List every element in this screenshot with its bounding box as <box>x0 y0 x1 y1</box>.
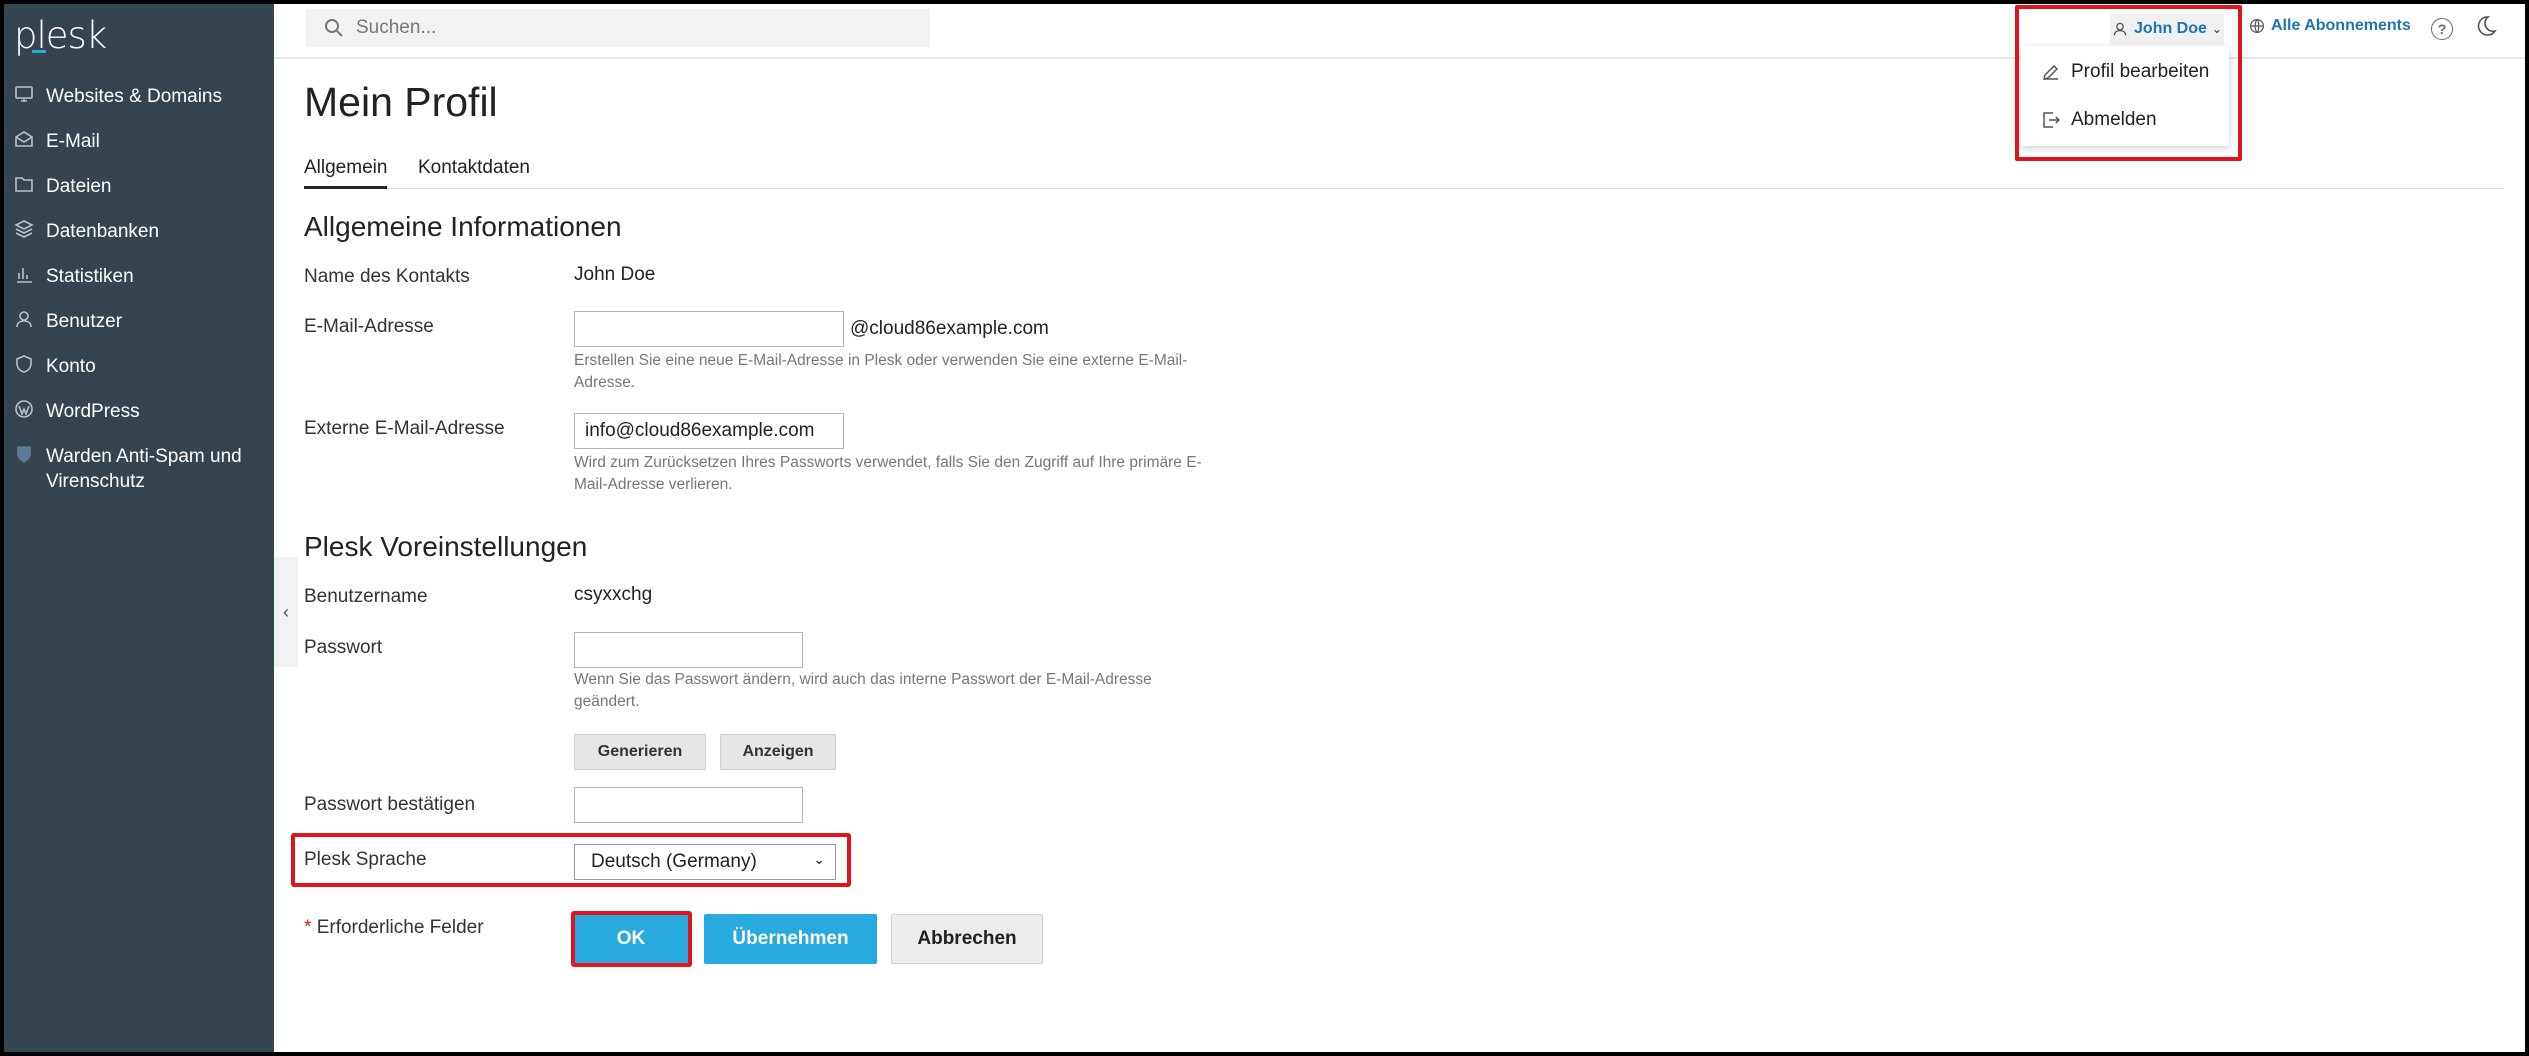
language-selected-value: Deutsch (Germany) <box>591 851 757 872</box>
globe-icon <box>2250 19 2264 33</box>
bar-chart-icon <box>14 264 36 286</box>
sidebar-item-label: WordPress <box>46 401 140 422</box>
chevron-left-icon: ‹ <box>283 601 289 622</box>
email-hint: Erstellen Sie eine neue E-Mail-Adresse i… <box>574 352 1188 391</box>
sidebar-item-label: E-Mail <box>46 131 100 152</box>
external-email-label: Externe E-Mail-Adresse <box>304 418 505 439</box>
sidebar-item-email[interactable]: E-Mail <box>4 129 274 174</box>
sidebar-item-label: Konto <box>46 356 96 377</box>
sidebar-item-label: Warden Anti-Spam und Virenschutz <box>46 446 242 492</box>
required-fields-label: Erforderliche Felder <box>316 917 484 938</box>
search-icon <box>325 19 343 37</box>
contact-name-label: Name des Kontakts <box>304 266 470 287</box>
sidebar-item-databases[interactable]: Datenbanken <box>4 219 274 264</box>
external-email-field[interactable]: info@cloud86example.com <box>574 413 844 449</box>
help-icon[interactable]: ? <box>2431 18 2453 40</box>
password-field[interactable] <box>574 632 803 668</box>
password-hint: Wenn Sie das Passwort ändern, wird auch … <box>574 671 1152 710</box>
section-general-info: Allgemeine Informationen <box>304 211 622 242</box>
chevron-down-icon: ⌄ <box>2211 22 2222 36</box>
tab-bar: Allgemein Kontaktdaten <box>304 157 2504 189</box>
folder-icon <box>14 174 36 196</box>
search-placeholder: Suchen... <box>356 17 437 38</box>
search-input[interactable]: Suchen... <box>306 9 930 47</box>
mail-icon <box>14 129 36 151</box>
sidebar-item-users[interactable]: Benutzer <box>4 309 274 354</box>
confirm-password-field[interactable] <box>574 787 803 823</box>
email-domain-suffix: @cloud86example.com <box>850 318 1049 339</box>
subscriptions-link[interactable]: Alle Abonnements <box>2249 17 2411 35</box>
sidebar-item-files[interactable]: Dateien <box>4 174 274 219</box>
email-field[interactable] <box>574 311 844 347</box>
account-icon <box>14 354 36 376</box>
required-fields-note: * Erforderliche Felder <box>304 917 484 939</box>
user-icon <box>14 309 36 331</box>
wordpress-icon <box>14 399 36 421</box>
user-name: John Doe <box>2134 20 2207 37</box>
apply-button[interactable]: Übernehmen <box>704 914 877 964</box>
sidebar-item-websites-domains[interactable]: Websites & Domains <box>4 84 274 129</box>
confirm-password-label: Passwort bestätigen <box>304 794 476 815</box>
plesk-logo[interactable]: plesk <box>14 14 107 57</box>
page-title: Mein Profil <box>304 79 498 125</box>
show-password-button[interactable]: Anzeigen <box>720 734 836 770</box>
sidebar-item-label: Websites & Domains <box>46 86 222 107</box>
main-content: Mein Profil Allgemein Kontaktdaten Allge… <box>291 59 2525 1052</box>
tab-general[interactable]: Allgemein <box>304 157 388 189</box>
sidebar-collapse-handle[interactable]: ‹ <box>274 557 298 667</box>
username-label: Benutzername <box>304 586 428 607</box>
chevron-down-icon: ⌄ <box>813 851 825 867</box>
username-value: csyxxchg <box>574 584 653 605</box>
ok-button[interactable]: OK <box>574 914 688 964</box>
language-label: Plesk Sprache <box>304 849 427 870</box>
sidebar-item-wordpress[interactable]: WordPress <box>4 399 274 444</box>
layers-icon <box>14 219 36 241</box>
sidebar-item-label: Datenbanken <box>46 221 160 242</box>
language-select[interactable]: Deutsch (Germany) ⌄ <box>574 844 836 880</box>
sidebar-nav: Websites & Domains E-Mail Dateien Datenb… <box>4 84 274 504</box>
subscriptions-label: Alle Abonnements <box>2271 17 2411 34</box>
sidebar: plesk Websites & Domains E-Mail Dateien … <box>4 4 274 1052</box>
sidebar-item-account[interactable]: Konto <box>4 354 274 399</box>
external-email-hint: Wird zum Zurücksetzen Ihres Passworts ve… <box>574 454 1202 493</box>
monitor-icon <box>14 84 36 106</box>
logo-accent <box>32 50 46 53</box>
cancel-button[interactable]: Abbrechen <box>891 914 1043 964</box>
password-label: Passwort <box>304 637 383 658</box>
required-star: * <box>304 917 312 938</box>
contact-name-value: John Doe <box>574 264 656 285</box>
email-label: E-Mail-Adresse <box>304 316 434 337</box>
sidebar-item-label: Benutzer <box>46 311 123 332</box>
user-icon <box>2113 22 2127 36</box>
generate-password-button[interactable]: Generieren <box>574 734 706 770</box>
sidebar-item-label: Dateien <box>46 176 112 197</box>
tab-contact-details[interactable]: Kontaktdaten <box>418 157 530 189</box>
sidebar-item-label: Statistiken <box>46 266 134 287</box>
sidebar-item-warden[interactable]: Warden Anti-Spam und Virenschutz <box>4 444 274 504</box>
sidebar-item-statistics[interactable]: Statistiken <box>4 264 274 309</box>
section-plesk-preferences: Plesk Voreinstellungen <box>304 531 588 562</box>
user-menu-button[interactable]: John Doe ⌄ <box>2110 14 2224 44</box>
app-window: plesk Websites & Domains E-Mail Dateien … <box>4 4 2525 1052</box>
shield-icon <box>14 444 36 466</box>
moon-icon[interactable] <box>2474 14 2500 40</box>
